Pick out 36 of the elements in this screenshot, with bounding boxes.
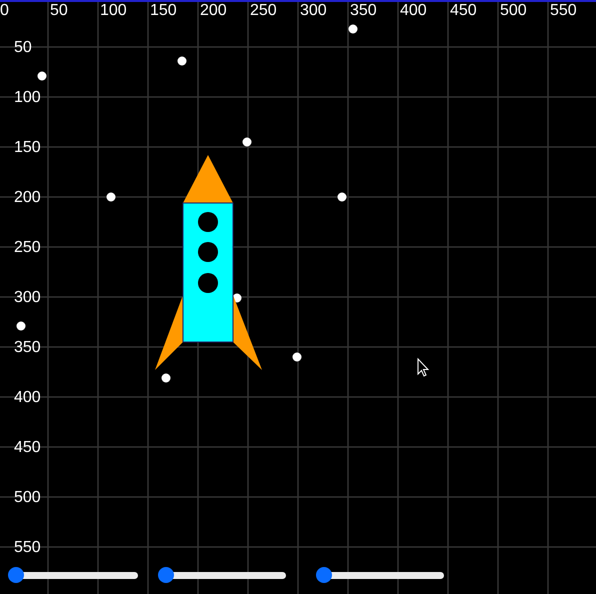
axis-label: 200	[200, 2, 227, 19]
axis-label: 400	[400, 2, 427, 19]
axis-label: 550	[14, 539, 41, 556]
slider-thumb[interactable]	[8, 567, 24, 583]
axis-label: 100	[100, 2, 127, 19]
cursor-icon	[418, 358, 430, 377]
star-dot	[242, 138, 252, 146]
axis-label: 200	[14, 189, 41, 206]
axis-label: 50	[50, 2, 68, 19]
star-dot	[16, 322, 26, 330]
axis-label: 250	[14, 239, 41, 256]
axis-label: 350	[350, 2, 377, 19]
axis-label: 50	[14, 39, 32, 56]
axis-label: 500	[500, 2, 527, 19]
axis-label: 150	[150, 2, 177, 19]
axis-label: 100	[14, 89, 41, 106]
axis-label: 400	[14, 389, 41, 406]
axis-label: 500	[14, 489, 41, 506]
star-dot	[178, 56, 186, 66]
star-dot	[106, 192, 116, 202]
axis-label: 550	[550, 2, 577, 19]
star-dot	[38, 72, 46, 80]
star-dot	[338, 192, 346, 202]
slider-thumb[interactable]	[158, 567, 174, 583]
star-dot	[292, 352, 302, 362]
axis-label: 350	[14, 339, 41, 356]
star-dot	[348, 24, 358, 34]
slider-thumb[interactable]	[316, 567, 332, 583]
axis-label: 150	[14, 139, 41, 156]
axis-label: 300	[300, 2, 327, 19]
axis-label: 450	[450, 2, 477, 19]
axis-label: 250	[250, 2, 277, 19]
axis-label: 300	[14, 289, 41, 306]
axis-label: 0	[0, 2, 9, 19]
star-dot	[162, 374, 170, 382]
axis-label: 450	[14, 439, 41, 456]
